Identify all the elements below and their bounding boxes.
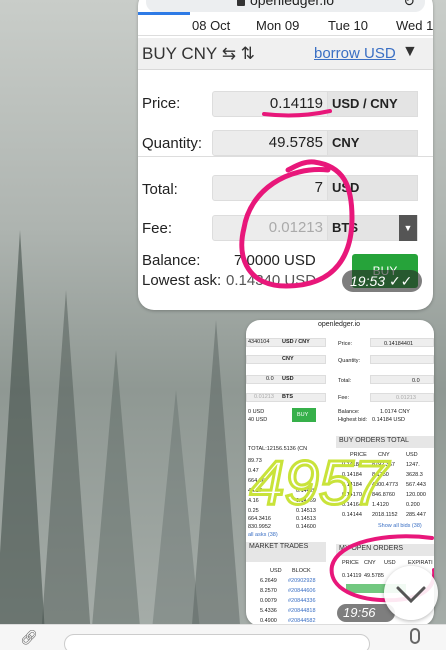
message-input[interactable] xyxy=(64,634,370,650)
timestamp-badge: 19:53 ✓✓ xyxy=(342,270,422,292)
chevron-down-icon xyxy=(396,586,426,604)
scroll-to-bottom-button[interactable] xyxy=(384,566,438,620)
background-tree xyxy=(90,350,142,650)
background-tree xyxy=(40,290,92,650)
image-message-1[interactable]: openledger.io ↻ 08 Oct Mon 09 Tue 10 Wed… xyxy=(138,0,433,310)
background-tree xyxy=(190,320,242,650)
handwritten-digits: 4957 xyxy=(250,449,390,518)
pink-annotation-marks xyxy=(239,109,355,289)
microphone-icon[interactable] xyxy=(410,628,420,644)
attach-icon[interactable]: 🔗︎ xyxy=(20,629,38,646)
double-check-icon: ✓✓ xyxy=(388,273,413,289)
